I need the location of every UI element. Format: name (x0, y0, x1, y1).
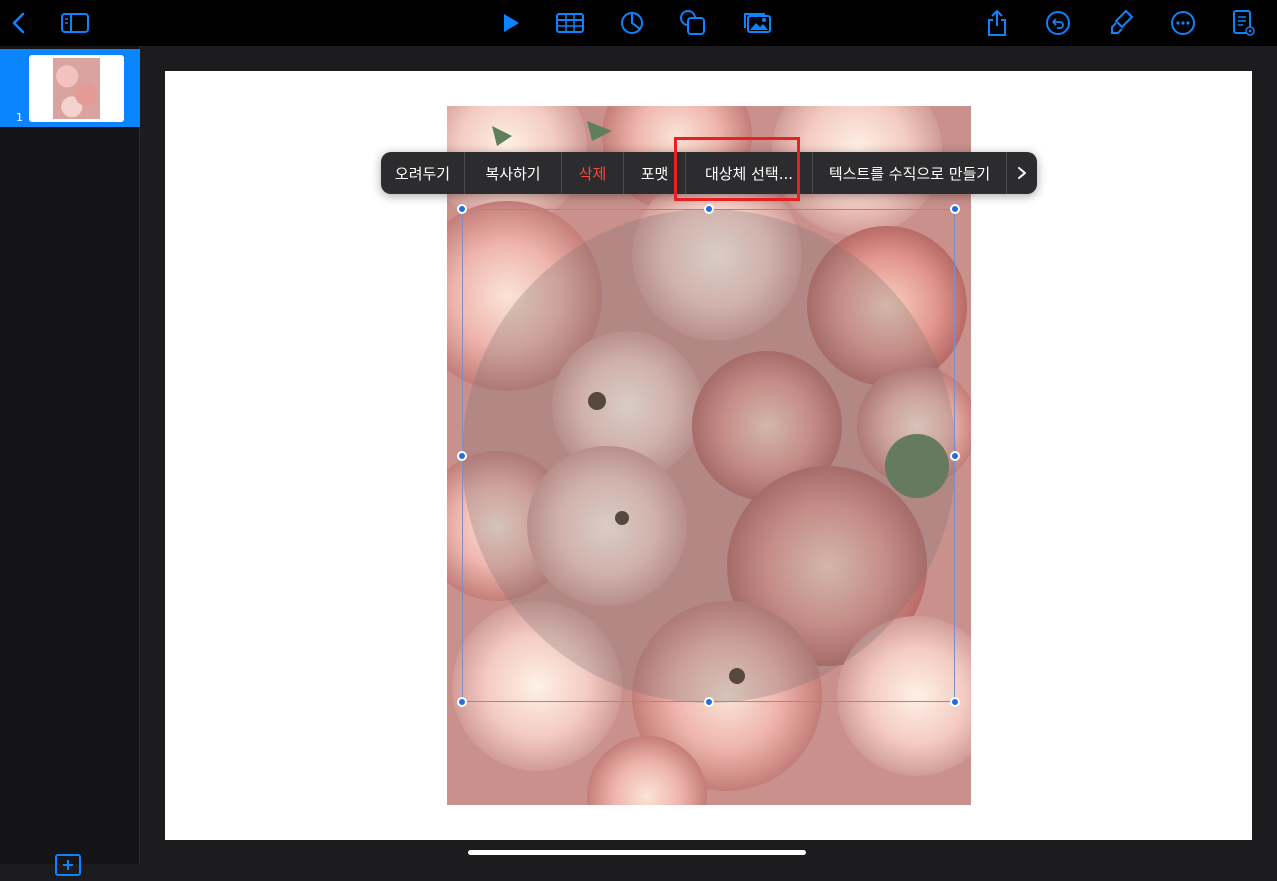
chevron-right-icon[interactable] (1007, 152, 1037, 194)
chart-icon[interactable] (615, 6, 649, 40)
slide-thumbnail-item[interactable]: 1 (0, 49, 140, 127)
resize-handle-top-right[interactable] (950, 204, 960, 214)
resize-handle-right[interactable] (950, 451, 960, 461)
delete-menu-item[interactable]: 삭제 (562, 152, 624, 194)
resize-handle-bottom-left[interactable] (457, 697, 467, 707)
play-icon[interactable] (494, 6, 528, 40)
add-slide-icon[interactable] (54, 853, 82, 877)
back-chevron-icon[interactable] (2, 6, 36, 40)
resize-handle-bottom[interactable] (704, 697, 714, 707)
make-text-vertical-menu-item[interactable]: 텍스트를 수직으로 만들기 (813, 152, 1007, 194)
table-icon[interactable] (553, 6, 587, 40)
cut-menu-item[interactable]: 오려두기 (381, 152, 465, 194)
shape-icon[interactable] (676, 6, 710, 40)
format-brush-icon[interactable] (1104, 6, 1138, 40)
resize-handle-left[interactable] (457, 451, 467, 461)
slide-number: 1 (16, 111, 23, 124)
thumbnail-photo (53, 58, 100, 119)
highlight-annotation (674, 137, 800, 201)
home-indicator (468, 850, 806, 855)
document-icon[interactable] (1226, 6, 1260, 40)
top-toolbar (0, 0, 1277, 46)
resize-handle-bottom-right[interactable] (950, 697, 960, 707)
slide-thumbnail[interactable] (29, 55, 124, 122)
sidebar-toggle-icon[interactable] (58, 6, 92, 40)
resize-handle-top[interactable] (704, 204, 714, 214)
selection-box (462, 209, 955, 702)
resize-handle-top-left[interactable] (457, 204, 467, 214)
share-icon[interactable] (980, 6, 1014, 40)
more-icon[interactable] (1166, 6, 1200, 40)
media-icon[interactable] (741, 6, 775, 40)
slide-navigator: 1 (0, 46, 140, 876)
undo-icon[interactable] (1041, 6, 1075, 40)
copy-menu-item[interactable]: 복사하기 (465, 152, 562, 194)
